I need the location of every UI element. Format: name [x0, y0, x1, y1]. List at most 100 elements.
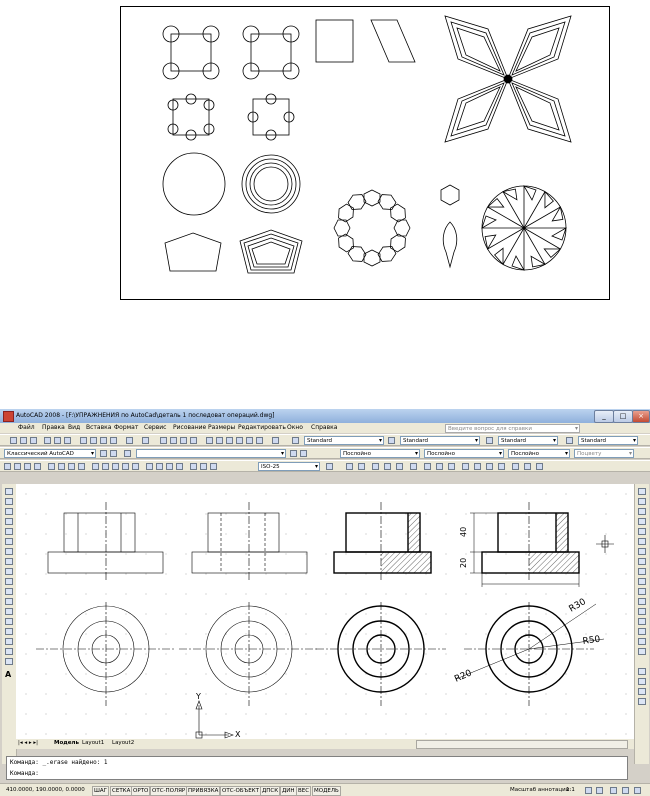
menu-help[interactable]: Справка [311, 424, 337, 431]
menu-insert[interactable]: Вставка [86, 424, 111, 431]
diameter-dim-icon[interactable] [68, 463, 75, 470]
dim-text-edit-icon[interactable] [200, 463, 207, 470]
ducs-toggle[interactable]: ДПСК [260, 786, 281, 796]
join-icon[interactable] [638, 618, 646, 625]
markup-icon[interactable] [246, 437, 253, 444]
snap-quadrant-icon[interactable] [436, 463, 443, 470]
publish-icon[interactable] [64, 437, 71, 444]
send-back-icon[interactable] [638, 688, 646, 695]
layer-select[interactable] [136, 449, 286, 458]
scale-icon[interactable] [638, 558, 646, 565]
explode-icon[interactable] [638, 648, 646, 655]
cut-icon[interactable] [80, 437, 87, 444]
angular-dim-icon[interactable] [78, 463, 85, 470]
tab-layout1[interactable]: Layout1 [82, 740, 104, 746]
multileader-style-icon[interactable] [566, 437, 573, 444]
annotation-scale-value[interactable]: 1:1 [566, 787, 575, 793]
multiline-text-icon[interactable]: A [5, 670, 11, 679]
pan-icon[interactable] [160, 437, 167, 444]
copy-icon[interactable] [90, 437, 97, 444]
help-search-input[interactable]: Введите вопрос для справки [445, 424, 580, 433]
layer-manager-icon[interactable] [124, 450, 131, 457]
dimstyle-select[interactable]: ISO-25 [258, 462, 320, 471]
calculator-icon[interactable] [256, 437, 263, 444]
dim-break-icon[interactable] [132, 463, 139, 470]
clean-screen-icon[interactable] [634, 787, 641, 794]
circle-icon[interactable] [5, 548, 13, 555]
auto-scale-icon[interactable] [596, 787, 603, 794]
text-style-select[interactable]: Standard [304, 436, 384, 445]
polygon-icon[interactable] [5, 518, 13, 525]
zoom-previous-icon[interactable] [190, 437, 197, 444]
rotate-icon[interactable] [638, 548, 646, 555]
dim-space-icon[interactable] [122, 463, 129, 470]
model-space-canvas[interactable]: 40 20 R30 R50 R20 Y X [16, 484, 634, 739]
otrack-toggle[interactable]: ОТС-ОБЪЕКТ [220, 786, 261, 796]
linear-dim-icon[interactable] [4, 463, 11, 470]
workspace-save-icon[interactable] [110, 450, 117, 457]
tab-layout2[interactable]: Layout2 [112, 740, 134, 746]
paste-icon[interactable] [100, 437, 107, 444]
menu-file[interactable]: Файл [18, 424, 35, 431]
model-toggle[interactable]: МОДЕЛЬ [312, 786, 341, 796]
ordinate-icon[interactable] [34, 463, 41, 470]
snap-center-icon[interactable] [424, 463, 431, 470]
copy-object-icon[interactable] [638, 498, 646, 505]
dimstyle-manager-icon[interactable] [326, 463, 333, 470]
table-style-icon[interactable] [486, 437, 493, 444]
offset-icon[interactable] [638, 518, 646, 525]
tool-palettes-icon[interactable] [226, 437, 233, 444]
radius-dim-icon[interactable] [48, 463, 55, 470]
jogged-linear-icon[interactable] [176, 463, 183, 470]
array-icon[interactable] [638, 528, 646, 535]
polyline-icon[interactable] [5, 508, 13, 515]
menu-view[interactable]: Вид [68, 424, 80, 431]
xline-tool-icon[interactable] [372, 463, 379, 470]
break-icon[interactable] [638, 608, 646, 615]
print-icon[interactable] [44, 437, 51, 444]
stretch-icon[interactable] [638, 568, 646, 575]
preview-icon[interactable] [54, 437, 61, 444]
tolerance-icon[interactable] [146, 463, 153, 470]
extend-icon[interactable] [638, 588, 646, 595]
break-at-point-icon[interactable] [638, 598, 646, 605]
save-icon[interactable] [30, 437, 37, 444]
plotstyle-select[interactable]: Поцвету [574, 449, 634, 458]
hatch-icon[interactable] [5, 628, 13, 635]
gradient-icon[interactable] [5, 638, 13, 645]
revision-cloud-icon[interactable] [5, 558, 13, 565]
trim-icon[interactable] [638, 578, 646, 585]
baseline-dim-icon[interactable] [102, 463, 109, 470]
redo-icon[interactable] [142, 437, 149, 444]
make-layer-current-icon[interactable] [290, 450, 297, 457]
snap-parallel-icon[interactable] [474, 463, 481, 470]
snap-nearest-icon[interactable] [512, 463, 519, 470]
arc-length-icon[interactable] [24, 463, 31, 470]
ellipse-arc-icon[interactable] [5, 588, 13, 595]
draw-order-icon[interactable] [638, 668, 646, 675]
annotation-visibility-icon[interactable] [585, 787, 592, 794]
zoom-window-icon[interactable] [180, 437, 187, 444]
horizontal-scrollbar[interactable] [416, 740, 628, 749]
coordinates-readout[interactable]: 410.0000, 190.0000, 0.0000 [6, 787, 85, 793]
dim-update-icon[interactable] [210, 463, 217, 470]
snap-perpendicular-icon[interactable] [462, 463, 469, 470]
menu-tools[interactable]: Сервис [144, 424, 166, 431]
bring-above-icon[interactable] [638, 698, 646, 705]
menu-modify[interactable]: Редактировать [238, 424, 286, 431]
dim-style-icon[interactable] [388, 437, 395, 444]
aligned-dim-icon[interactable] [14, 463, 21, 470]
menu-draw[interactable]: Рисование [173, 424, 206, 431]
dim-edit-icon[interactable] [190, 463, 197, 470]
close-button[interactable]: × [632, 410, 650, 423]
erase-icon[interactable] [638, 488, 646, 495]
lwt-toggle[interactable]: ВЕС [296, 786, 312, 796]
snap-none-icon[interactable] [524, 463, 531, 470]
arc-icon[interactable] [5, 538, 13, 545]
lock-icon[interactable] [610, 787, 617, 794]
bring-front-icon[interactable] [638, 678, 646, 685]
match-properties-icon[interactable] [110, 437, 117, 444]
tab-model[interactable]: Модель [54, 740, 79, 746]
osnap-toggle[interactable]: ПРИВЯЗКА [186, 786, 221, 796]
jogged-dim-icon[interactable] [58, 463, 65, 470]
